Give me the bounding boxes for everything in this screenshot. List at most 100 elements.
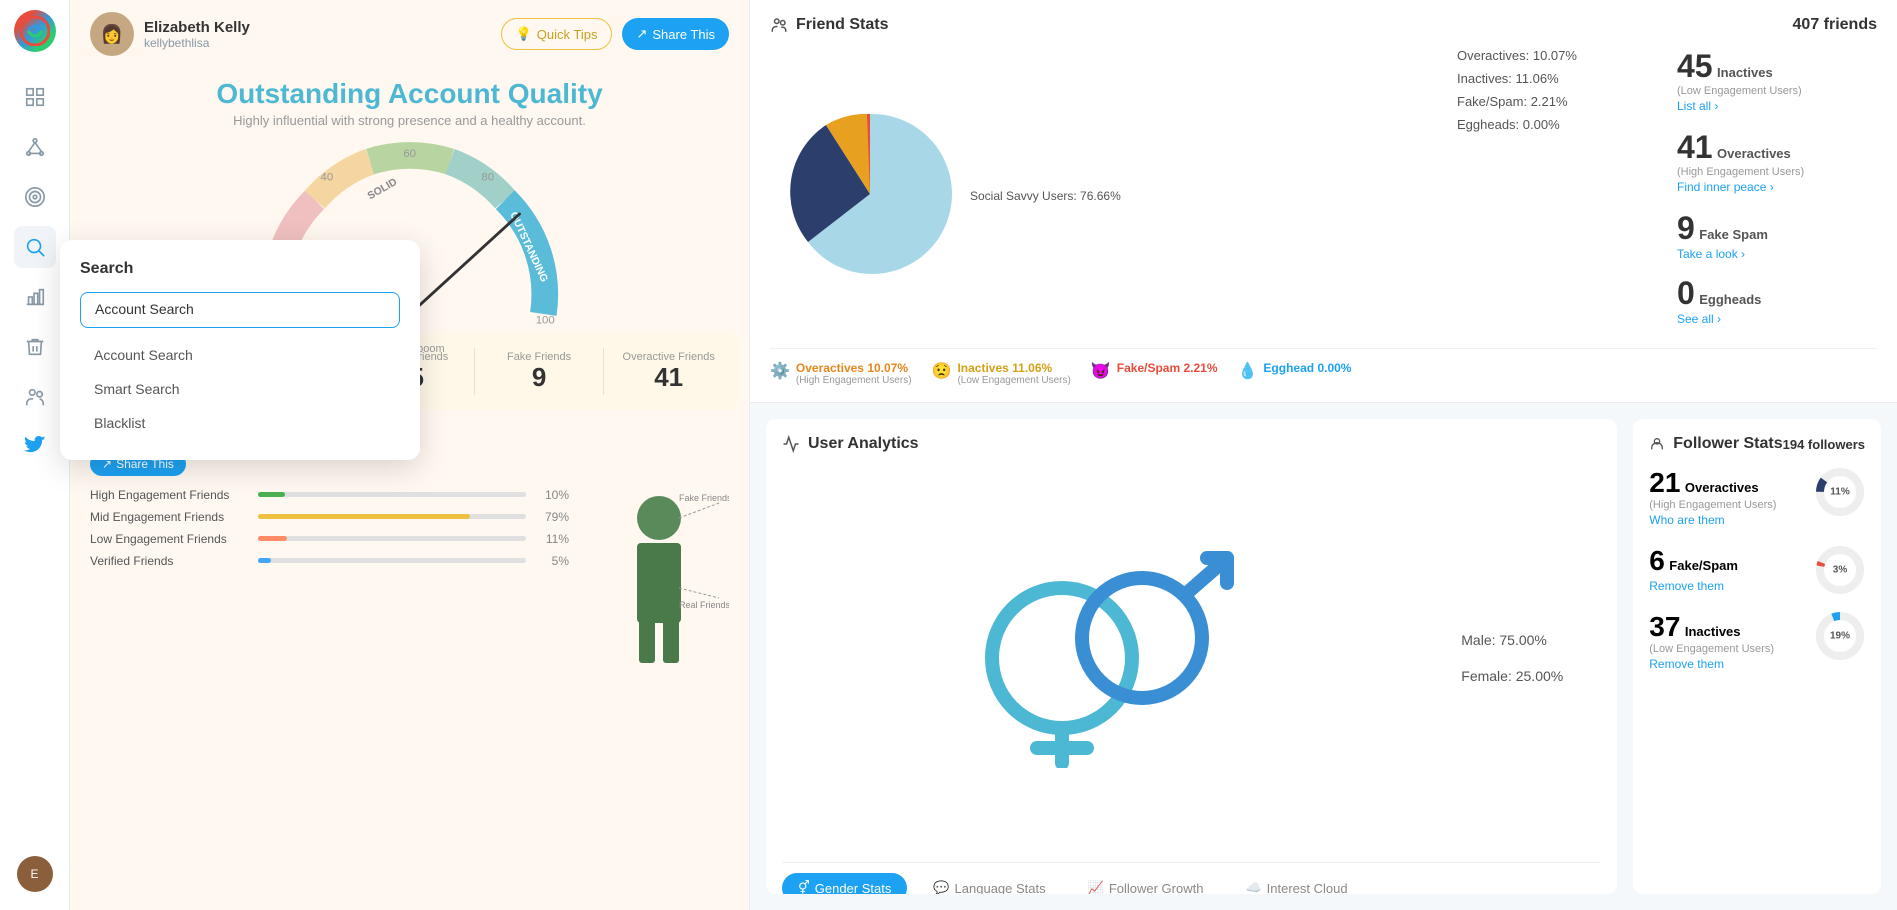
gender-tab-icon: ⚥ <box>798 880 810 894</box>
remove-them-link-fakespam[interactable]: Remove them <box>1649 579 1724 593</box>
gender-visual <box>782 461 1441 854</box>
legend-eggheads: Eggheads: 0.00% <box>1457 117 1657 132</box>
analytics-icon <box>782 435 800 453</box>
search-menu-blacklist[interactable]: Blacklist <box>80 406 400 440</box>
analytics-tabs: ⚥ Gender Stats 💬 Language Stats 📈 Follow… <box>782 862 1601 894</box>
sidebar-item-chart[interactable] <box>14 276 56 318</box>
friend-stats-title: Friend Stats <box>770 16 888 34</box>
follower-growth-tab-icon: 📈 <box>1088 880 1104 894</box>
follower-overactives-sub: (High Engagement Users) <box>1649 499 1776 511</box>
fakespam-icon: 😈 <box>1091 361 1111 381</box>
legend-fakespam: Fake/Spam: 2.21% <box>1457 94 1657 109</box>
pie-chart-area: Social Savvy Users: 76.66% <box>770 48 1437 340</box>
analytics-header: User Analytics <box>782 435 1601 453</box>
search-overlay-title: Search <box>80 260 400 278</box>
remove-them-link-inactives[interactable]: Remove them <box>1649 657 1724 671</box>
analytics-content: Male: 75.00% Female: 25.00% <box>782 461 1601 854</box>
follower-inactives-sub: (Low Engagement Users) <box>1649 643 1774 655</box>
bulb-icon: 💡 <box>516 26 532 42</box>
tab-language-stats[interactable]: 💬 Language Stats <box>917 873 1061 894</box>
sidebar-item-dashboard[interactable] <box>14 76 56 118</box>
stat-overactive-friends: Overactive Friends 41 <box>608 343 729 400</box>
follower-stats-header: Follower Stats 194 followers <box>1649 435 1865 453</box>
svg-text:60: 60 <box>403 148 416 160</box>
follower-overactives-num: 21 <box>1649 467 1680 498</box>
overactives-donut-label: 11% <box>1830 487 1849 498</box>
legend-inactives: Inactives: 11.06% <box>1457 71 1657 86</box>
friend-stats-panel: Friend Stats 407 friends <box>750 0 1897 403</box>
quality-title: Outstanding Account Quality <box>90 78 729 110</box>
sidebar-item-people[interactable] <box>14 376 56 418</box>
follower-fakespam-row: 6 Fake/Spam Remove them 3% <box>1649 545 1865 595</box>
who-are-them-link[interactable]: Who are them <box>1649 513 1724 527</box>
stat-inactives: 45 Inactives (Low Engagement Users) List… <box>1677 48 1877 115</box>
follower-inactives-label: Inactives <box>1685 624 1741 639</box>
bar-high-engagement: High Engagement Friends 10% <box>90 488 569 502</box>
pie-legend: Overactives: 10.07% Inactives: 11.06% Fa… <box>1457 48 1657 340</box>
user-avatar: 👩 <box>90 12 134 56</box>
tab-gender-stats[interactable]: ⚥ Gender Stats <box>782 873 907 894</box>
gender-stats-text: Male: 75.00% Female: 25.00% <box>1441 461 1601 854</box>
sidebar-item-twitter[interactable] <box>14 426 56 468</box>
pie-chart <box>770 104 970 284</box>
follower-stats-panel: Follower Stats 194 followers 21 Overacti… <box>1633 419 1881 894</box>
follower-fakespam-num: 6 <box>1649 545 1665 576</box>
fakespam-donut: 3% <box>1815 545 1865 595</box>
app-logo[interactable] <box>14 10 56 52</box>
egghead-icon: 💧 <box>1238 361 1258 381</box>
badges-row: ⚙️ Overactives 10.07% (High Engagement U… <box>770 348 1877 386</box>
search-menu-account[interactable]: Account Search <box>80 338 400 372</box>
character-figure-area: Fake Friends: 2.21% Real Friends: 97.79% <box>589 488 729 673</box>
sidebar-item-search[interactable] <box>14 226 56 268</box>
stat-eggheads: 0 Eggheads See all › <box>1677 275 1877 326</box>
quality-section: Outstanding Account Quality Highly influ… <box>70 68 749 133</box>
quality-highlight: Outstanding <box>216 78 381 109</box>
user-analytics-panel: User Analytics <box>766 419 1617 894</box>
share-this-button-header[interactable]: ↗ Share This <box>622 18 729 50</box>
stat-fakespam-side: 9 Fake Spam Take a look › <box>1677 210 1877 261</box>
inactives-donut: 19% <box>1815 611 1865 661</box>
list-all-link[interactable]: List all › <box>1677 99 1718 113</box>
male-stat: Male: 75.00% <box>1461 632 1601 648</box>
follower-overactives-label: Overactives <box>1685 480 1759 495</box>
inactives-icon: 😟 <box>932 361 952 381</box>
svg-text:80: 80 <box>481 172 494 184</box>
see-all-link[interactable]: See all › <box>1677 312 1877 326</box>
quality-subtitle: Highly influential with strong presence … <box>90 113 729 128</box>
svg-text:Real Friends: 97.79%: Real Friends: 97.79% <box>679 600 729 610</box>
user-name: Elizabeth Kelly <box>144 19 250 36</box>
search-input[interactable] <box>95 301 385 317</box>
sidebar-item-network[interactable] <box>14 126 56 168</box>
friend-stats-header: Friend Stats 407 friends <box>770 16 1877 34</box>
follower-fakespam-label: Fake/Spam <box>1669 558 1738 573</box>
user-avatar-sidebar[interactable]: E <box>17 856 53 892</box>
bottom-section: User Analytics <box>750 403 1897 910</box>
tab-follower-growth[interactable]: 📈 Follower Growth <box>1072 873 1220 894</box>
badge-inactives: 😟 Inactives 11.06% (Low Engagement Users… <box>932 361 1071 386</box>
bar-verified-friends: Verified Friends 5% <box>90 554 569 568</box>
follower-inactives-num: 37 <box>1649 611 1680 642</box>
badge-egghead: 💧 Egghead 0.00% <box>1238 361 1352 386</box>
search-input-wrap[interactable] <box>80 292 400 328</box>
sidebar-item-trash[interactable] <box>14 326 56 368</box>
badge-fakespam: 😈 Fake/Spam 2.21% <box>1091 361 1218 386</box>
follower-inactives-row: 37 Inactives (Low Engagement Users) Remo… <box>1649 611 1865 673</box>
follower-stats-icon <box>1649 436 1665 452</box>
left-header: 👩 Elizabeth Kelly kellybethlisa 💡 Quick … <box>70 0 749 68</box>
follower-count: 194 followers <box>1783 437 1865 452</box>
header-buttons: 💡 Quick Tips ↗ Share This <box>501 18 729 50</box>
sidebar: E <box>0 0 70 910</box>
sidebar-item-target[interactable] <box>14 176 56 218</box>
user-info: 👩 Elizabeth Kelly kellybethlisa <box>90 12 250 56</box>
find-inner-peace-link[interactable]: Find inner peace › <box>1677 180 1774 194</box>
take-a-look-link[interactable]: Take a look › <box>1677 247 1877 261</box>
friend-stats-content: Social Savvy Users: 76.66% Overactives: … <box>770 48 1877 340</box>
svg-text:100: 100 <box>535 314 554 326</box>
friends-icon <box>770 16 788 34</box>
svg-text:SOLID: SOLID <box>366 177 400 203</box>
search-menu-smart[interactable]: Smart Search <box>80 372 400 406</box>
language-tab-icon: 💬 <box>933 880 949 894</box>
user-handle: kellybethlisa <box>144 36 250 50</box>
tab-interest-cloud[interactable]: ☁️ Interest Cloud <box>1229 873 1363 894</box>
quick-tips-button[interactable]: 💡 Quick Tips <box>501 18 613 50</box>
